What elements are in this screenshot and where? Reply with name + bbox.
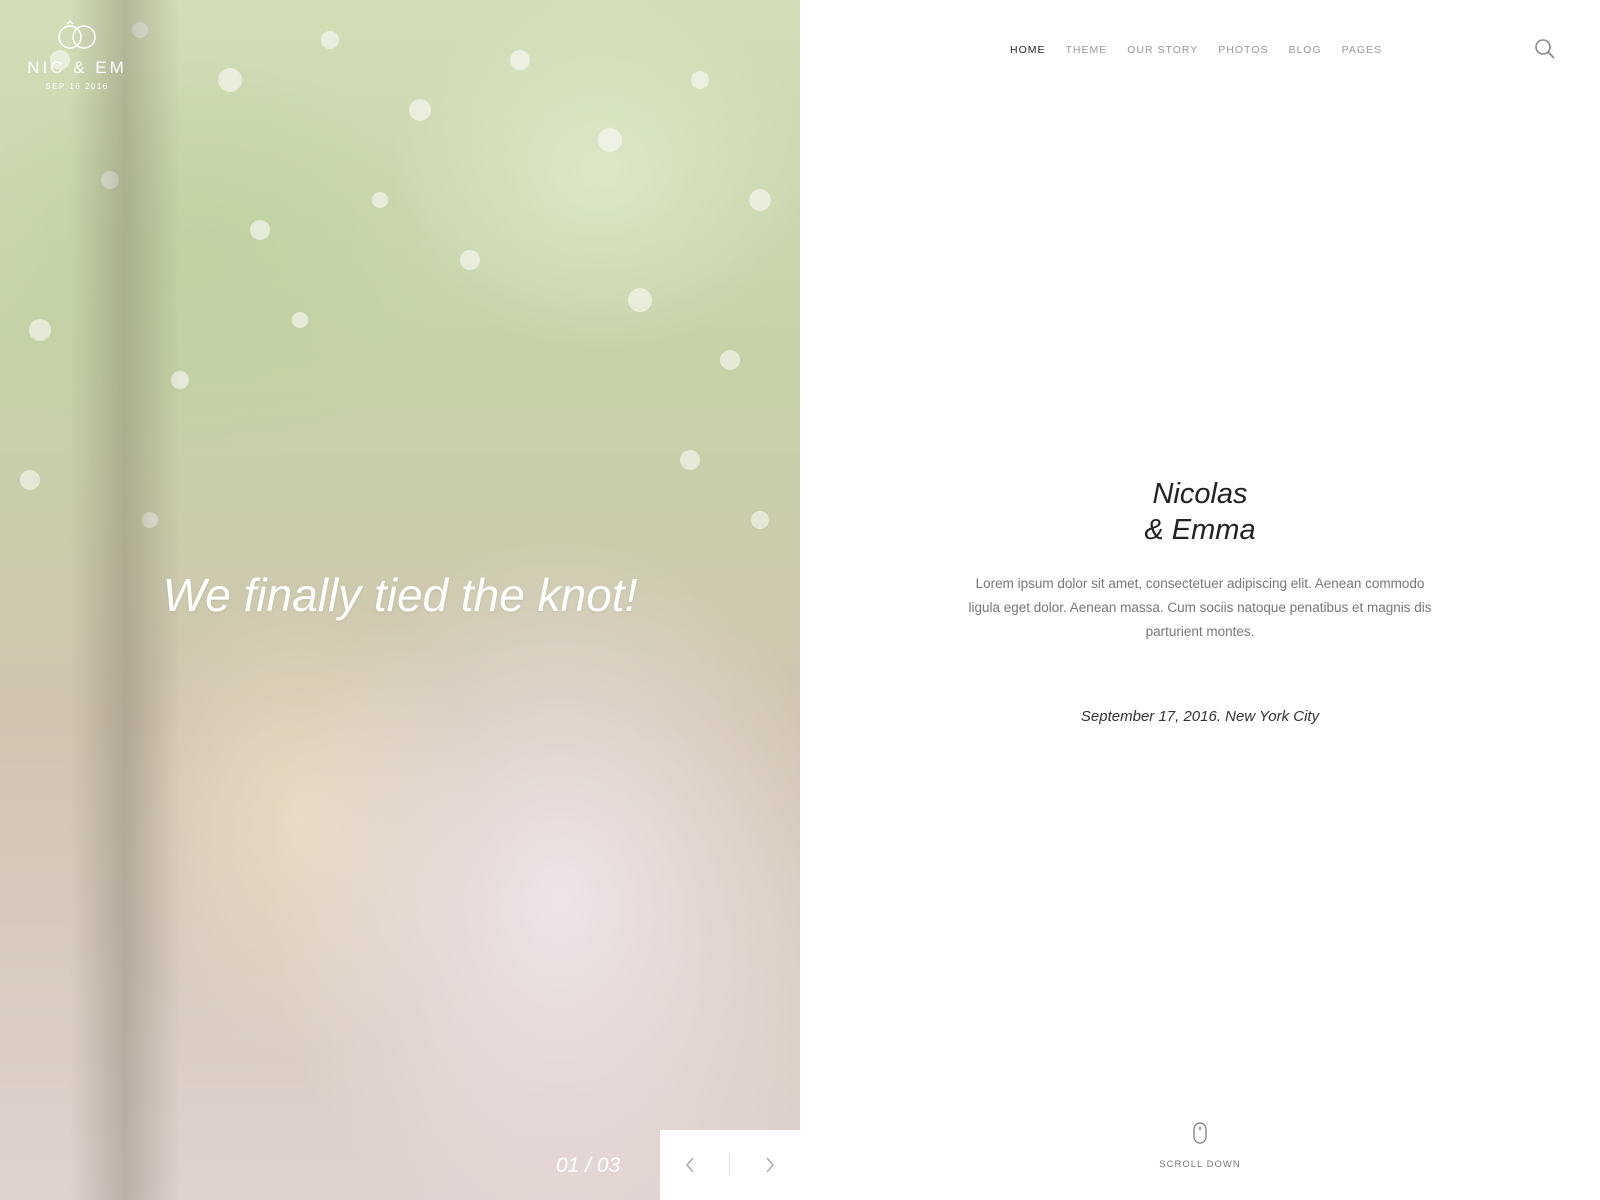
chevron-right-icon [766,1157,775,1173]
hero-title: We finally tied the knot! [162,569,638,621]
mouse-icon [1193,1122,1207,1144]
next-slide-button[interactable] [750,1145,790,1185]
slide-counter: 01 / 03 [556,1154,621,1177]
intro-description: Lorem ipsum dolor sit amet, consectetuer… [968,576,1432,639]
brand-name: NIC & EM [27,58,127,77]
couple-names: Nicolas & Emma [960,476,1440,548]
nav-item-photos[interactable]: PHOTOS [1218,44,1268,56]
nav-item-theme[interactable]: THEME [1066,44,1108,56]
name-line-1: Nicolas [1152,478,1248,510]
nav-item-blog[interactable]: BLOG [1288,44,1321,56]
nav-item-home[interactable]: HOME [1010,44,1046,56]
intro-section: Nicolas & Emma Lorem ipsum dolor sit ame… [960,476,1440,725]
nav-divider [729,1154,731,1176]
wedding-date-place: September 17, 2016. New York City [1080,708,1320,725]
slider-navigation [660,1130,800,1200]
nav-item-pages[interactable]: PAGES [1342,44,1382,56]
site-logo[interactable]: NIC & EM SEP 16 2016 [22,18,132,91]
main-navigation: HOME THEME OUR STORY PHOTOS BLOG PAGES [1010,44,1382,56]
search-icon [1535,39,1555,59]
rings-icon [58,20,96,49]
previous-slide-button[interactable] [670,1145,710,1185]
scroll-down-label: SCROLL DOWN [1159,1159,1241,1170]
chevron-left-icon [685,1157,694,1173]
scroll-down-button[interactable]: SCROLL DOWN [1140,1122,1260,1172]
name-line-2: & Emma [1144,514,1256,546]
search-button[interactable] [1534,38,1556,60]
brand-date: SEP 16 2016 [45,82,109,91]
hero-slider: NIC & EM SEP 16 2016 We finally tied the… [0,0,800,1200]
nav-item-our-story[interactable]: OUR STORY [1127,44,1198,56]
